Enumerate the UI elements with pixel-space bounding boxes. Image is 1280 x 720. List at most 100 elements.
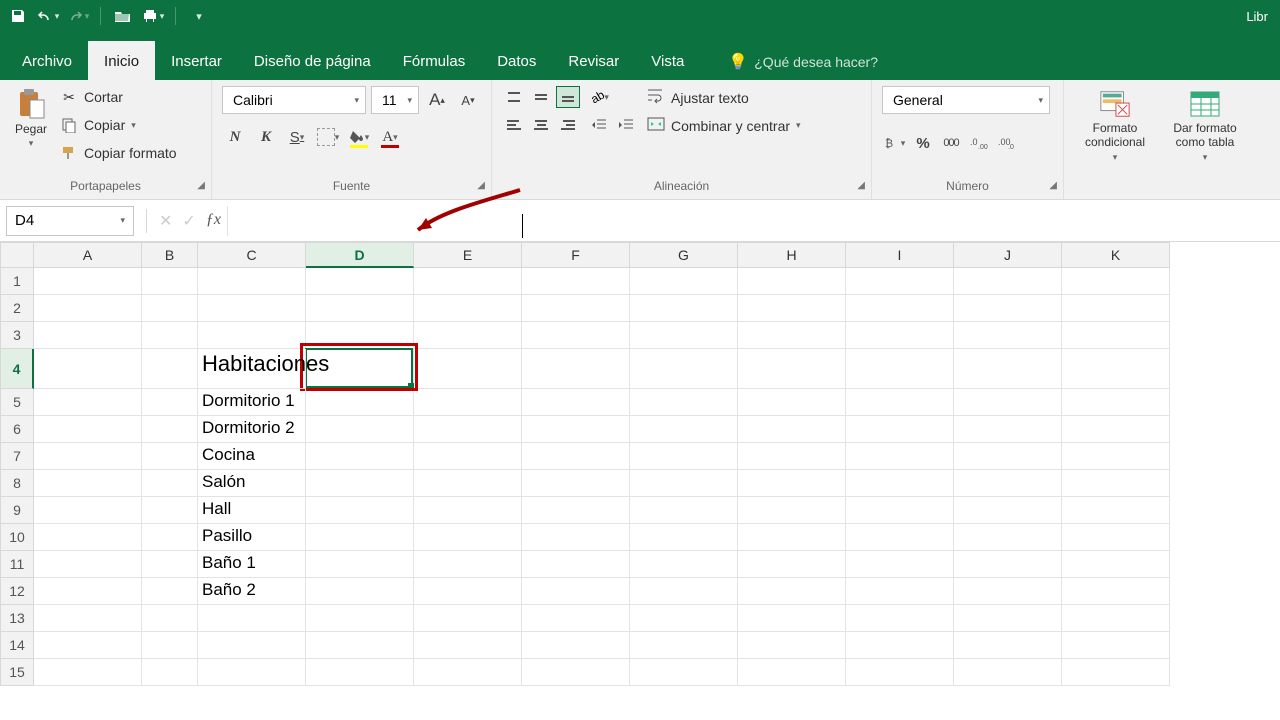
cut-button[interactable]: ✂ Cortar: [60, 86, 177, 108]
row-header-2[interactable]: 2: [0, 295, 34, 322]
cell-F10[interactable]: [522, 524, 630, 551]
cell-G4[interactable]: [630, 349, 738, 389]
cell-I1[interactable]: [846, 268, 954, 295]
cell-C3[interactable]: [198, 322, 306, 349]
cell-F13[interactable]: [522, 605, 630, 632]
column-header-D[interactable]: D: [306, 242, 414, 268]
cell-I10[interactable]: [846, 524, 954, 551]
enter-formula-icon[interactable]: ✓: [182, 211, 195, 231]
cell-F8[interactable]: [522, 470, 630, 497]
cell-H3[interactable]: [738, 322, 846, 349]
cell-K7[interactable]: [1062, 443, 1170, 470]
cell-B4[interactable]: [142, 349, 198, 389]
cell-E7[interactable]: [414, 443, 522, 470]
cell-D9[interactable]: [306, 497, 414, 524]
font-name-combo[interactable]: Calibri▾: [222, 86, 366, 114]
cell-A13[interactable]: [34, 605, 142, 632]
bold-button[interactable]: N: [222, 124, 248, 150]
cell-J14[interactable]: [954, 632, 1062, 659]
cell-K9[interactable]: [1062, 497, 1170, 524]
cell-J6[interactable]: [954, 416, 1062, 443]
cell-E15[interactable]: [414, 659, 522, 686]
cell-B1[interactable]: [142, 268, 198, 295]
cell-K8[interactable]: [1062, 470, 1170, 497]
row-header-6[interactable]: 6: [0, 416, 34, 443]
cell-D11[interactable]: [306, 551, 414, 578]
column-header-H[interactable]: H: [738, 242, 846, 268]
save-icon[interactable]: [6, 4, 30, 28]
tab-insert[interactable]: Insertar: [155, 41, 238, 80]
cell-A9[interactable]: [34, 497, 142, 524]
cell-A11[interactable]: [34, 551, 142, 578]
cell-K13[interactable]: [1062, 605, 1170, 632]
cell-F14[interactable]: [522, 632, 630, 659]
cell-K5[interactable]: [1062, 389, 1170, 416]
cell-B10[interactable]: [142, 524, 198, 551]
cell-B3[interactable]: [142, 322, 198, 349]
cell-I11[interactable]: [846, 551, 954, 578]
column-header-A[interactable]: A: [34, 242, 142, 268]
cell-H15[interactable]: [738, 659, 846, 686]
cell-G15[interactable]: [630, 659, 738, 686]
dialog-launcher-icon[interactable]: ◢: [857, 180, 865, 191]
cell-E13[interactable]: [414, 605, 522, 632]
cell-A3[interactable]: [34, 322, 142, 349]
cell-K14[interactable]: [1062, 632, 1170, 659]
cell-J15[interactable]: [954, 659, 1062, 686]
cell-I8[interactable]: [846, 470, 954, 497]
decrease-font-button[interactable]: A▾: [455, 87, 481, 113]
dialog-launcher-icon[interactable]: ◢: [1049, 180, 1057, 191]
cell-D6[interactable]: [306, 416, 414, 443]
cancel-formula-icon[interactable]: ✕: [159, 211, 172, 231]
cell-J11[interactable]: [954, 551, 1062, 578]
cell-I14[interactable]: [846, 632, 954, 659]
cell-D10[interactable]: [306, 524, 414, 551]
cell-F4[interactable]: [522, 349, 630, 389]
cell-A15[interactable]: [34, 659, 142, 686]
cell-B15[interactable]: [142, 659, 198, 686]
row-header-7[interactable]: 7: [0, 443, 34, 470]
cell-A1[interactable]: [34, 268, 142, 295]
increase-indent-button[interactable]: [615, 114, 639, 136]
row-header-8[interactable]: 8: [0, 470, 34, 497]
cell-K2[interactable]: [1062, 295, 1170, 322]
cell-B2[interactable]: [142, 295, 198, 322]
cell-C11[interactable]: Baño 1: [198, 551, 306, 578]
cell-G5[interactable]: [630, 389, 738, 416]
cell-I9[interactable]: [846, 497, 954, 524]
row-header-4[interactable]: 4: [0, 349, 34, 389]
cell-F2[interactable]: [522, 295, 630, 322]
cell-H13[interactable]: [738, 605, 846, 632]
cell-A6[interactable]: [34, 416, 142, 443]
cell-E12[interactable]: [414, 578, 522, 605]
cell-B5[interactable]: [142, 389, 198, 416]
conditional-formatting-button[interactable]: Formato condicional ▾: [1074, 86, 1156, 164]
cell-D13[interactable]: [306, 605, 414, 632]
cell-G7[interactable]: [630, 443, 738, 470]
align-right-button[interactable]: [556, 114, 580, 136]
select-all-corner[interactable]: [0, 242, 34, 268]
cell-C8[interactable]: Salón: [198, 470, 306, 497]
cell-I13[interactable]: [846, 605, 954, 632]
cell-B6[interactable]: [142, 416, 198, 443]
cell-J3[interactable]: [954, 322, 1062, 349]
cell-E2[interactable]: [414, 295, 522, 322]
cell-E1[interactable]: [414, 268, 522, 295]
cell-I15[interactable]: [846, 659, 954, 686]
cell-J12[interactable]: [954, 578, 1062, 605]
italic-button[interactable]: K: [253, 124, 279, 150]
font-color-button[interactable]: A▾: [377, 124, 403, 150]
tab-review[interactable]: Revisar: [552, 41, 635, 80]
qat-customize-icon[interactable]: ▾: [186, 4, 210, 28]
decrease-decimal-button[interactable]: .00.0: [994, 130, 1020, 156]
name-box[interactable]: D4▾: [6, 206, 134, 236]
cell-B12[interactable]: [142, 578, 198, 605]
cell-E9[interactable]: [414, 497, 522, 524]
cell-K12[interactable]: [1062, 578, 1170, 605]
cell-C2[interactable]: [198, 295, 306, 322]
cell-C9[interactable]: Hall: [198, 497, 306, 524]
cell-K11[interactable]: [1062, 551, 1170, 578]
cell-D15[interactable]: [306, 659, 414, 686]
undo-button[interactable]: ▾: [36, 4, 60, 28]
row-header-14[interactable]: 14: [0, 632, 34, 659]
